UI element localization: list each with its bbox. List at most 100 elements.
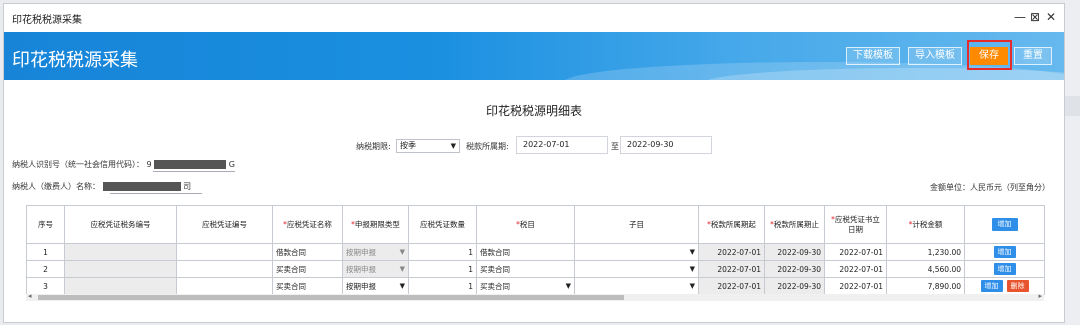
- cell-qty[interactable]: 1: [408, 260, 477, 278]
- header-banner: 印花税税源采集: [4, 32, 1064, 80]
- redaction-mask: [154, 160, 227, 169]
- add-row-button[interactable]: 增加: [991, 218, 1018, 231]
- col-header-actions: 增加: [964, 205, 1045, 244]
- cell-period-type[interactable]: 按期申报 ▼: [342, 277, 409, 295]
- close-icon[interactable]: ✕: [1046, 8, 1056, 26]
- col-header-amount: *计税金额: [886, 205, 965, 244]
- cell-actions: 增加: [964, 243, 1045, 261]
- chevron-down-icon: ▼: [689, 264, 695, 273]
- cell-actions: 增加 删除: [964, 277, 1045, 295]
- cell-sign-date[interactable]: 2022-07-01: [824, 243, 887, 261]
- add-row-button[interactable]: 增加: [993, 246, 1016, 258]
- save-button-highlight: [967, 40, 1012, 70]
- cell-index: 1: [26, 243, 65, 261]
- reset-button[interactable]: 重置: [1014, 47, 1052, 65]
- cell-doc-name[interactable]: 买卖合同: [272, 260, 343, 278]
- delete-row-button[interactable]: 删除: [1006, 280, 1029, 292]
- chevron-down-icon: ▼: [399, 247, 405, 256]
- cell-period-type: 按期申报 ▼: [342, 243, 409, 261]
- background-row-highlight: [1065, 96, 1080, 116]
- col-header-period-type: *申报期限类型: [342, 205, 409, 244]
- import-template-button[interactable]: 导入模板: [908, 47, 962, 65]
- cell-actions: 增加: [964, 260, 1045, 278]
- tax-period-separator: 至: [611, 142, 619, 151]
- cell-period-end: 2022-09-30: [764, 260, 825, 278]
- download-template-button[interactable]: 下载模板: [846, 47, 900, 65]
- taxpayer-id-label: 纳税人识别号（统一社会信用代码）：: [12, 160, 144, 169]
- cell-doc-name[interactable]: 买卖合同: [272, 277, 343, 295]
- cell-sign-date[interactable]: 2022-07-01: [824, 260, 887, 278]
- tax-period-label: 税款所属期:: [466, 142, 509, 151]
- cell-sub-item[interactable]: ▼: [574, 243, 699, 261]
- taxpayer-name-suffix: 司: [183, 182, 192, 191]
- add-row-button[interactable]: 增加: [993, 263, 1016, 275]
- cell-item[interactable]: 借款合同: [476, 243, 575, 261]
- cell-amount[interactable]: 7,890.00: [886, 277, 965, 295]
- add-row-button[interactable]: 增加: [980, 280, 1003, 292]
- redaction-mask: [102, 182, 181, 191]
- taxpayer-name-label: 纳税人（缴费人）名称：: [12, 182, 100, 191]
- table-header-row: 序号 应税凭证税务编号 应税凭证编号 *应税凭证名称 *申报期限类型 应税凭证数…: [26, 205, 1045, 244]
- cell-period-end: 2022-09-30: [764, 277, 825, 295]
- col-header-doc-name: *应税凭证名称: [272, 205, 343, 244]
- period-type-value: 按季: [400, 141, 416, 150]
- period-type-label: 纳税期限:: [356, 142, 391, 151]
- form-content: 印花税税源明细表 纳税期限: 按季 ▼ 税款所属期: 2022-07-01 至 …: [4, 80, 1064, 324]
- dialog-window: 印花税税源采集 — ⊠ ✕ 印花税税源采集 下载模板 导入模板 保存 重置 印花…: [3, 3, 1065, 323]
- background-page-edge: [1065, 0, 1080, 325]
- cell-sign-date[interactable]: 2022-07-01: [824, 277, 887, 295]
- cell-doc-name[interactable]: 借款合同: [272, 243, 343, 261]
- window-title: 印花税税源采集: [12, 14, 82, 26]
- horizontal-scrollbar[interactable]: ◂ ▸: [26, 292, 1044, 301]
- cell-period-type: 按期申报 ▼: [342, 260, 409, 278]
- chevron-down-icon: ▼: [399, 264, 405, 273]
- period-type-select[interactable]: 按季 ▼: [396, 139, 460, 153]
- taxpayer-name-underline: [110, 193, 202, 194]
- cell-sub-item[interactable]: ▼: [574, 260, 699, 278]
- cell-period-end: 2022-09-30: [764, 243, 825, 261]
- cell-sub-item[interactable]: ▼: [574, 277, 699, 295]
- scroll-left-icon[interactable]: ◂: [28, 292, 32, 300]
- taxpayer-id-underline: [153, 171, 235, 172]
- chevron-down-icon: ▼: [565, 281, 571, 290]
- scrollbar-thumb[interactable]: [38, 295, 624, 300]
- cell-qty[interactable]: 1: [408, 243, 477, 261]
- cell-amount[interactable]: 1,230.00: [886, 243, 965, 261]
- cell-tax-no: [64, 260, 177, 278]
- col-header-sign-date: *应税凭证书立日期: [824, 205, 887, 244]
- form-title: 印花税税源明细表: [485, 104, 582, 118]
- table-row: 3 买卖合同 按期申报 ▼ 1 买卖合同 ▼ ▼ 2022-07-01 2022-0…: [26, 277, 1045, 295]
- tax-period-start-input[interactable]: 2022-07-01: [516, 136, 608, 154]
- col-header-period-end: *税款所属期止: [764, 205, 825, 244]
- col-header-doc-no: 应税凭证编号: [176, 205, 273, 244]
- cell-index: 3: [26, 277, 65, 295]
- cell-qty[interactable]: 1: [408, 277, 477, 295]
- tax-period-end-input[interactable]: 2022-09-30: [620, 136, 712, 154]
- cell-item[interactable]: 买卖合同: [476, 260, 575, 278]
- col-header-tax-no: 应税凭证税务编号: [64, 205, 177, 244]
- col-header-qty: 应税凭证数量: [408, 205, 477, 244]
- chevron-down-icon: ▼: [689, 247, 695, 256]
- cell-period-start: 2022-07-01: [698, 243, 765, 261]
- cell-index: 2: [26, 260, 65, 278]
- cell-item[interactable]: 买卖合同 ▼: [476, 277, 575, 295]
- title-bar: 印花税税源采集 — ⊠ ✕: [4, 4, 1064, 32]
- cell-tax-no: [64, 277, 177, 295]
- minimize-icon[interactable]: —: [1014, 8, 1026, 26]
- cell-doc-no[interactable]: [176, 277, 273, 295]
- cell-doc-no[interactable]: [176, 260, 273, 278]
- taxpayer-name-row: 纳税人（缴费人）名称： 司: [12, 181, 191, 192]
- col-header-item: *税目: [476, 205, 575, 244]
- taxpayer-id-row: 纳税人识别号（统一社会信用代码）： 9 G: [12, 159, 235, 170]
- cell-amount[interactable]: 4,560.00: [886, 260, 965, 278]
- taxpayer-id-suffix: G: [228, 160, 235, 169]
- col-header-period-start: *税款所属期起: [698, 205, 765, 244]
- taxpayer-id-prefix: 9: [146, 160, 152, 169]
- table-row: 2 买卖合同 按期申报 ▼ 1 买卖合同 ▼ 2022-07-01 2022-09…: [26, 260, 1045, 278]
- cell-doc-no[interactable]: [176, 243, 273, 261]
- chevron-down-icon: ▼: [689, 281, 695, 290]
- cell-tax-no: [64, 243, 177, 261]
- scroll-right-icon[interactable]: ▸: [1038, 292, 1042, 300]
- col-header-sub-item: 子目: [574, 205, 699, 244]
- maximize-icon[interactable]: ⊠: [1030, 8, 1040, 26]
